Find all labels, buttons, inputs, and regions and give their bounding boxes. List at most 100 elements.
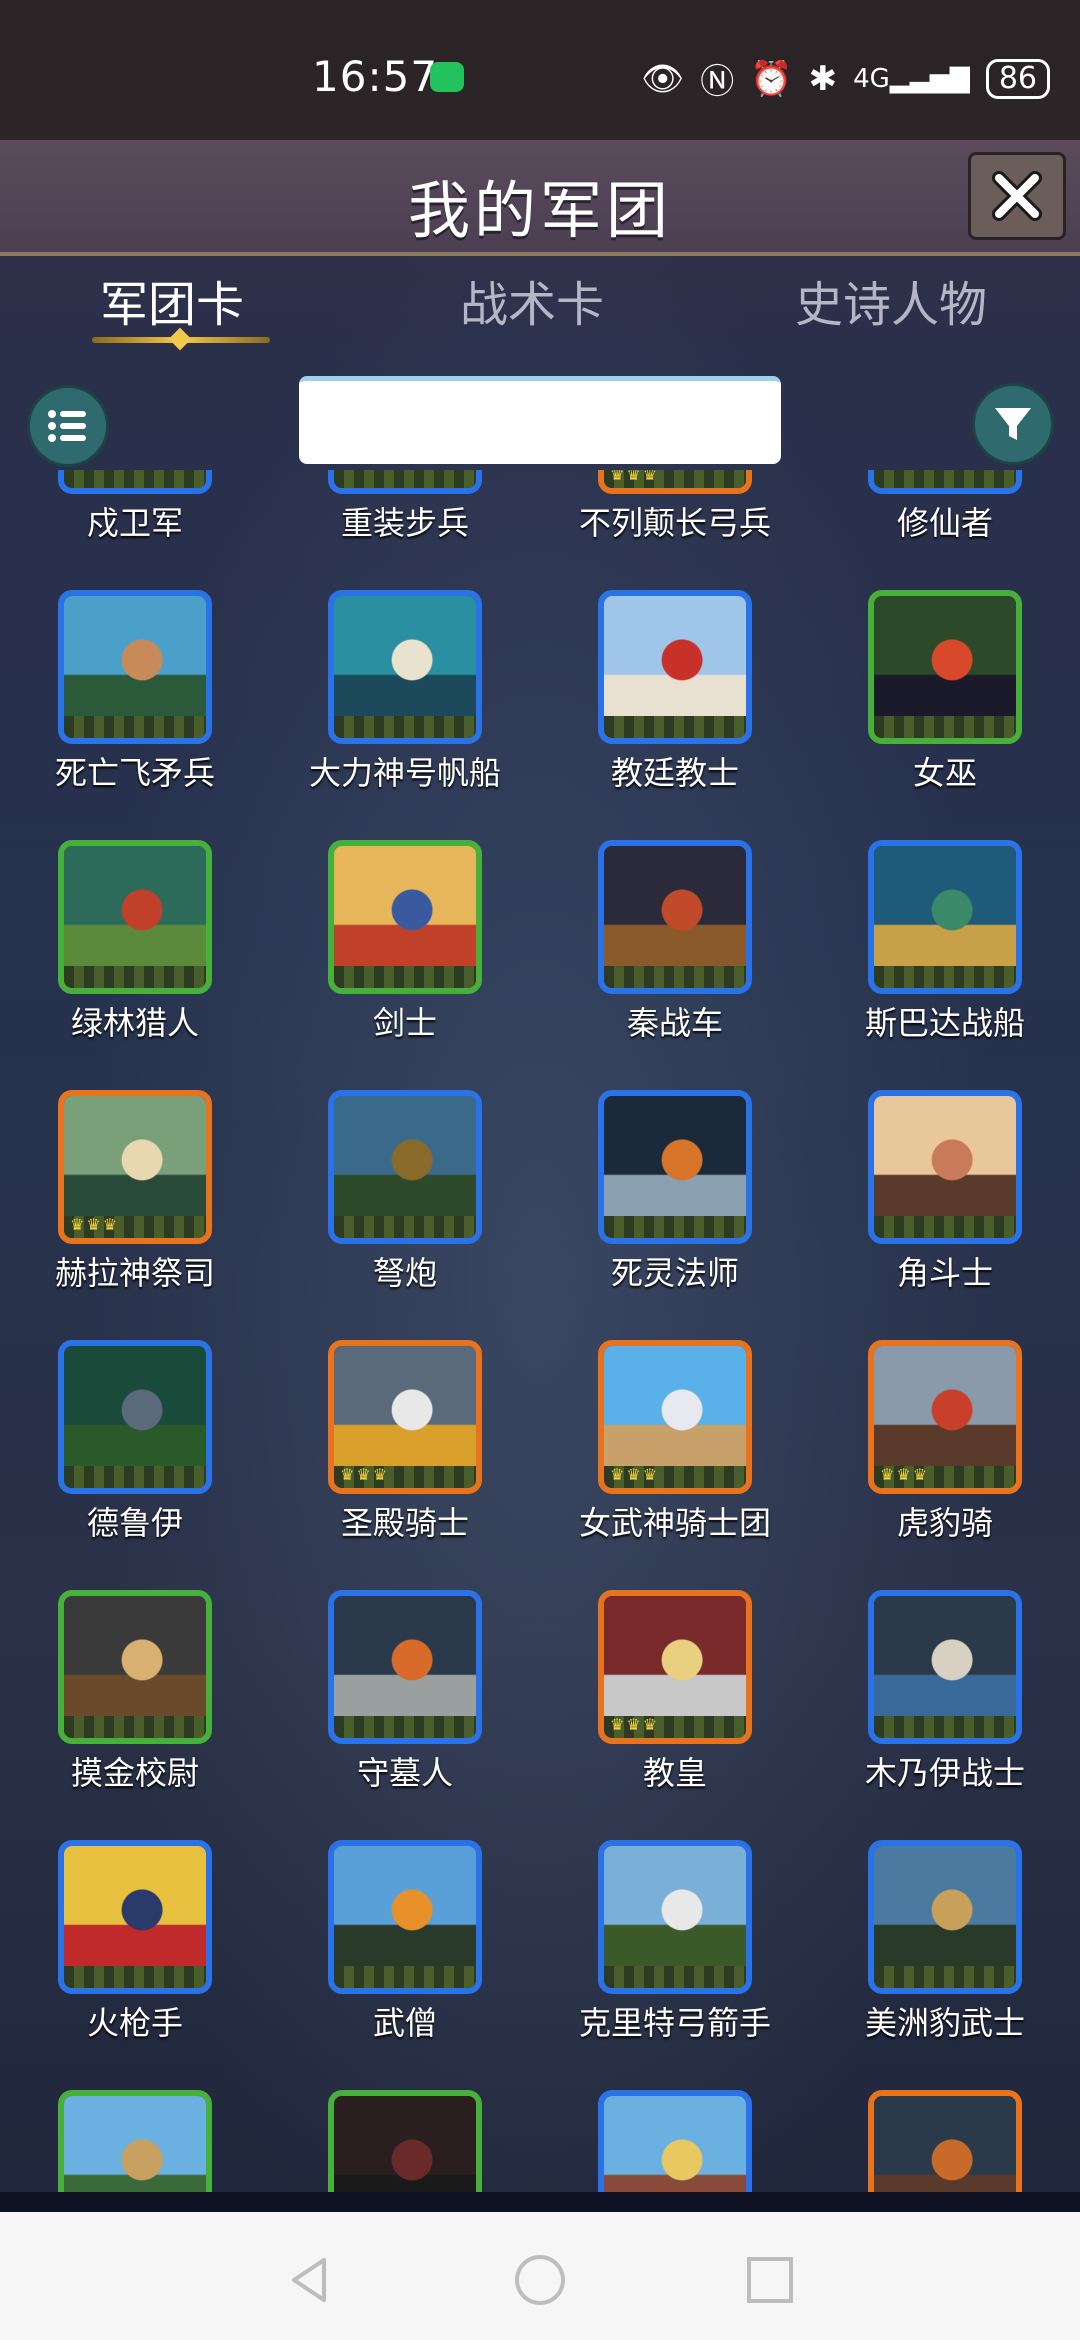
- card-frame-blue: [598, 1090, 752, 1244]
- battery-indicator: 86: [985, 58, 1050, 99]
- card-grass-strip: [334, 1216, 476, 1238]
- nfc-icon: Ⓝ: [700, 62, 735, 102]
- card-frame-blue: [328, 1090, 482, 1244]
- unit-card-label: 女巫: [912, 754, 977, 792]
- card-frame-orange: ♛♛♛: [598, 1590, 752, 1744]
- home-icon[interactable]: [510, 2250, 570, 2310]
- back-icon[interactable]: [280, 2250, 340, 2310]
- unit-card[interactable]: 秦战车: [540, 840, 790, 1090]
- card-grid-viewport[interactable]: 戍卫军 重装步兵 ♛♛♛ 不列颠长弓兵 修仙者死亡飞矛兵 大力神号帆船 教廷教士 女巫绿林猎人…: [0, 470, 1080, 2192]
- unit-card[interactable]: 克里特弓箭手: [540, 1840, 790, 2090]
- unit-card-label: 火枪手: [86, 2004, 183, 2042]
- unit-card-label: 圣殿骑士: [340, 1504, 469, 1542]
- unit-card[interactable]: [0, 2090, 250, 2192]
- card-grass-strip: [334, 716, 476, 738]
- card-grass-strip: [64, 1466, 206, 1488]
- search-input[interactable]: [299, 376, 781, 464]
- unit-card-label: 不列颠长弓兵: [578, 504, 771, 542]
- crown-icon: ♛♛♛: [880, 1465, 930, 1484]
- eye-icon: 👁: [641, 58, 685, 99]
- card-grass-strip: [64, 1966, 206, 1988]
- status-time: 16:57: [312, 52, 439, 101]
- unit-card[interactable]: 木乃伊战士: [810, 1590, 1060, 1840]
- unit-card[interactable]: ♛♛♛ 赫拉神祭司: [0, 1090, 250, 1340]
- card-grass-strip: [604, 1966, 746, 1988]
- filter-button[interactable]: [972, 383, 1054, 465]
- unit-card[interactable]: 大力神号帆船: [270, 590, 520, 840]
- unit-card-label: 武僧: [372, 2004, 437, 2042]
- unit-card[interactable]: 美洲豹武士: [810, 1840, 1060, 2090]
- unit-card[interactable]: 死亡飞矛兵: [0, 590, 250, 840]
- unit-card[interactable]: ♛♛♛ 虎豹骑: [810, 1340, 1060, 1590]
- close-button[interactable]: [968, 152, 1066, 240]
- crown-icon: ♛♛♛: [340, 1465, 390, 1484]
- card-frame-green: [868, 590, 1022, 744]
- card-frame-orange: ♛♛♛: [58, 1090, 212, 1244]
- unit-card[interactable]: 女巫: [810, 590, 1060, 840]
- unit-portrait: [64, 2096, 206, 2192]
- unit-card[interactable]: [540, 2090, 790, 2192]
- card-frame-orange: ♛♛♛: [598, 1340, 752, 1494]
- unit-card[interactable]: ♛♛♛ 教皇: [540, 1590, 790, 1840]
- card-frame-blue: [58, 1840, 212, 1994]
- unit-card-label: 秦战车: [626, 1004, 723, 1042]
- card-grass-strip: [874, 716, 1016, 738]
- crown-icon: ♛♛♛: [610, 470, 660, 484]
- card-frame-blue: [598, 2090, 752, 2192]
- unit-card[interactable]: ♛♛♛ 圣殿骑士: [270, 1340, 520, 1590]
- card-frame-blue: [328, 470, 482, 494]
- unit-card[interactable]: 火枪手: [0, 1840, 250, 2090]
- unit-card[interactable]: 角斗士: [810, 1090, 1060, 1340]
- unit-card-label: 斯巴达战船: [864, 1004, 1025, 1042]
- bluetooth-icon: ✱: [808, 58, 838, 99]
- tab-tactic-cards[interactable]: 战术卡: [460, 265, 604, 335]
- unit-card[interactable]: 摸金校尉: [0, 1590, 250, 1840]
- unit-card[interactable]: 死灵法师: [540, 1090, 790, 1340]
- unit-card-label: 绿林猎人: [70, 1004, 199, 1042]
- unit-card[interactable]: 武僧: [270, 1840, 520, 2090]
- unit-card[interactable]: 教廷教士: [540, 590, 790, 840]
- card-frame-blue: [598, 840, 752, 994]
- tab-epic-characters[interactable]: 史诗人物: [795, 265, 987, 335]
- crown-icon: ♛♛♛: [610, 1465, 660, 1484]
- tab-legion-cards[interactable]: 军团卡: [100, 265, 244, 335]
- recents-icon[interactable]: [740, 2250, 800, 2310]
- unit-card[interactable]: ♛♛♛ 女武神骑士团: [540, 1340, 790, 1590]
- card-frame-orange: ♛♛♛: [328, 1340, 482, 1494]
- unit-card-label: 美洲豹武士: [864, 2004, 1025, 2042]
- unit-card[interactable]: 斯巴达战船: [810, 840, 1060, 1090]
- unit-card-label: 女武神骑士团: [578, 1504, 771, 1542]
- list-view-button[interactable]: [27, 385, 109, 467]
- unit-card[interactable]: ♛♛♛ 不列颠长弓兵: [540, 470, 790, 590]
- unit-card[interactable]: 德鲁伊: [0, 1340, 250, 1590]
- crown-icon: ♛♛♛: [70, 1215, 120, 1234]
- page-title: 我的军团: [407, 174, 672, 247]
- unit-card[interactable]: ♛♛♛: [810, 2090, 1060, 2192]
- card-grass-strip: [874, 966, 1016, 988]
- card-frame-green: [58, 840, 212, 994]
- card-frame-green: [58, 1590, 212, 1744]
- card-grass-strip: [874, 470, 1016, 488]
- unit-card[interactable]: 剑士: [270, 840, 520, 1090]
- card-grass-strip: [604, 1216, 746, 1238]
- card-frame-blue: [328, 1590, 482, 1744]
- unit-card-label: 教廷教士: [610, 754, 739, 792]
- card-frame-blue: [868, 1840, 1022, 1994]
- unit-card[interactable]: 守墓人: [270, 1590, 520, 1840]
- alarm-icon: ⏰: [750, 58, 793, 99]
- card-frame-blue: [868, 1090, 1022, 1244]
- unit-card[interactable]: 重装步兵: [270, 470, 520, 590]
- card-grass-strip: [874, 1216, 1016, 1238]
- unit-card[interactable]: [270, 2090, 520, 2192]
- unit-card[interactable]: 绿林猎人: [0, 840, 250, 1090]
- unit-portrait: [874, 2096, 1016, 2192]
- card-frame-blue: [58, 590, 212, 744]
- unit-card[interactable]: 修仙者: [810, 470, 1060, 590]
- unit-card[interactable]: 戍卫军: [0, 470, 250, 590]
- unit-card[interactable]: 弩炮: [270, 1090, 520, 1340]
- card-grass-strip: [64, 966, 206, 988]
- card-frame-blue: [58, 1340, 212, 1494]
- close-icon: [992, 171, 1042, 221]
- card-frame-blue: [328, 590, 482, 744]
- status-bar: 16:57 👁 Ⓝ ⏰ ✱ 4G▂▃▅▇ 86: [0, 0, 1080, 140]
